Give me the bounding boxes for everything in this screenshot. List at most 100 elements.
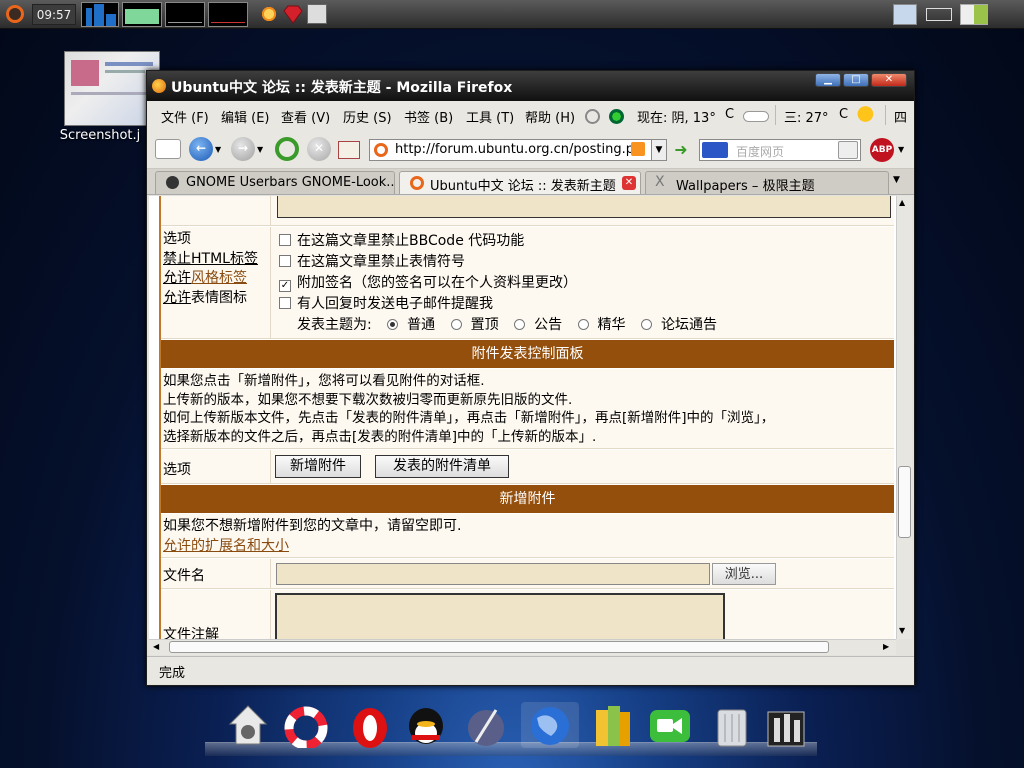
allow2-link[interactable]: 允许 xyxy=(163,290,191,306)
style-tags-link[interactable]: 风格标签 xyxy=(191,270,247,286)
radio-announce[interactable] xyxy=(514,319,526,330)
menu-edit[interactable]: 编辑 (E) xyxy=(221,107,270,126)
url-dropdown-icon[interactable]: ▼ xyxy=(651,139,667,161)
scroll-right-arrow[interactable]: ▶ xyxy=(883,642,889,651)
monitor-icon[interactable] xyxy=(307,4,327,24)
adblock-icon[interactable]: ABP xyxy=(870,138,894,162)
horizontal-scrollbar[interactable]: ◀ ▶ xyxy=(149,639,896,655)
back-button-icon[interactable]: ← xyxy=(189,137,213,161)
feather-editor-icon[interactable] xyxy=(464,702,508,748)
qq-penguin-icon[interactable] xyxy=(404,702,448,748)
minimize-button[interactable]: ▁ xyxy=(815,73,841,87)
option-disable-bbcode[interactable]: 在这篇文章里禁止BBCode 代码功能 xyxy=(279,231,894,252)
h-scroll-thumb[interactable] xyxy=(169,641,829,653)
status-bar: 完成 xyxy=(147,656,914,684)
menu-history[interactable]: 历史 (S) xyxy=(343,107,392,126)
radio-global-announce[interactable] xyxy=(640,319,652,330)
scroll-up-arrow[interactable]: ▲ xyxy=(899,198,905,207)
rss-icon[interactable] xyxy=(631,142,645,156)
post-type-group: 发表主题为: 普通 置顶 公告 精华 论坛通告 xyxy=(297,317,717,333)
checkbox[interactable] xyxy=(279,297,291,309)
menu-help[interactable]: 帮助 (H) xyxy=(525,107,575,126)
tab-list-dropdown[interactable]: ▼ xyxy=(893,175,900,185)
facetime-video-icon[interactable] xyxy=(648,702,692,748)
url-bar[interactable]: http://forum.ubuntu.org.cn/posting.pl xyxy=(369,139,665,161)
add-attachment-button[interactable]: 新增附件 xyxy=(275,455,361,478)
baidu-search-engine-icon[interactable] xyxy=(702,142,728,158)
cpu-graph[interactable] xyxy=(81,2,119,27)
window-switcher-button[interactable] xyxy=(926,8,952,21)
forward-history-dropdown[interactable]: ▼ xyxy=(257,145,263,154)
ruby-icon[interactable] xyxy=(283,4,303,24)
vertical-scrollbar[interactable]: ▲ ▼ xyxy=(896,196,912,639)
sun-icon[interactable] xyxy=(259,4,279,24)
window-title: Ubuntu中文 论坛 :: 发表新主题 - Mozilla Firefox xyxy=(171,80,513,96)
message-textarea[interactable] xyxy=(277,196,891,218)
option-disable-smilies[interactable]: 在这篇文章里禁止表情符号 xyxy=(279,252,894,273)
window-titlebar[interactable]: Ubuntu中文 论坛 :: 发表新主题 - Mozilla Firefox ▁… xyxy=(147,71,914,101)
post-type-label: 发表主题为: xyxy=(297,317,372,333)
tab-wallpapers[interactable]: Ⅹ Wallpapers – 极限主题 xyxy=(645,171,889,194)
menu-tools[interactable]: 工具 (T) xyxy=(466,107,514,126)
disable-html-link[interactable]: 禁止HTML标签 xyxy=(163,251,258,267)
memory-graph[interactable] xyxy=(122,2,162,27)
weather-wed[interactable]: 三: 27° xyxy=(784,107,829,126)
home-icon[interactable] xyxy=(338,141,360,159)
scroll-left-arrow[interactable]: ◀ xyxy=(153,642,159,651)
filename-input[interactable] xyxy=(276,563,710,585)
close-button[interactable]: ✕ xyxy=(871,73,907,87)
radio-sticky[interactable] xyxy=(450,319,462,330)
checkbox-checked[interactable]: ✓ xyxy=(279,280,291,292)
go-icon[interactable]: ➜ xyxy=(671,140,691,160)
status-circle-icon[interactable] xyxy=(585,109,600,124)
weather-now[interactable]: 现在: 阴, 13° xyxy=(637,107,716,126)
network-graph[interactable] xyxy=(165,2,205,27)
reload-icon[interactable] xyxy=(275,137,299,161)
menu-bookmarks[interactable]: 书签 (B) xyxy=(404,107,453,126)
scroll-thumb[interactable] xyxy=(898,466,911,538)
panel-clock[interactable]: 09:57 xyxy=(32,4,76,25)
online-indicator-icon[interactable] xyxy=(609,109,624,124)
lifebuoy-help-icon[interactable] xyxy=(282,702,328,750)
search-input[interactable]: 百度网页 xyxy=(699,139,861,161)
load-graph[interactable] xyxy=(208,2,248,27)
maximize-button[interactable]: □ xyxy=(843,73,869,87)
radio-featured[interactable] xyxy=(577,319,589,330)
stop-icon[interactable]: ✕ xyxy=(307,137,331,161)
trash-panel-icon[interactable] xyxy=(960,4,988,25)
stack-icon[interactable] xyxy=(764,702,808,748)
file-comment-textarea[interactable] xyxy=(275,593,725,639)
option-notify-reply[interactable]: 有人回复时发送电子邮件提醒我 xyxy=(279,294,894,315)
radio-normal[interactable] xyxy=(387,319,399,330)
globe-browser-icon[interactable] xyxy=(521,702,579,748)
opera-icon[interactable] xyxy=(348,702,392,748)
scroll-down-arrow[interactable]: ▼ xyxy=(899,626,905,635)
tab-gnome-userbars[interactable]: GNOME Userbars GNOME-Look... xyxy=(155,171,395,194)
desktop-icon-label[interactable]: Screenshot.j xyxy=(40,128,160,143)
option-attach-signature[interactable]: ✓ 附加签名（您的签名可以在个人资料里更改） xyxy=(279,273,894,294)
allowed-extensions-link[interactable]: 允许的扩展名和大小 xyxy=(163,538,289,554)
menu-file[interactable]: 文件 (F) xyxy=(161,107,209,126)
search-icon[interactable] xyxy=(838,141,858,159)
trash-icon[interactable] xyxy=(710,702,754,748)
top-panel: 09:57 xyxy=(0,0,1024,29)
allow-link[interactable]: 允许 xyxy=(163,270,191,286)
new-tab-icon[interactable] xyxy=(155,139,181,159)
weather-next[interactable]: 四 xyxy=(894,107,907,126)
back-history-dropdown[interactable]: ▼ xyxy=(215,145,221,154)
tab-ubuntu-forum[interactable]: Ubuntu中文 论坛 :: 发表新主题 ✕ xyxy=(399,171,641,194)
checkbox[interactable] xyxy=(279,234,291,246)
forward-button-icon[interactable]: → xyxy=(231,137,255,161)
ubuntu-menu-icon[interactable] xyxy=(6,5,24,23)
home-folder-icon[interactable] xyxy=(226,702,270,748)
checkbox[interactable] xyxy=(279,255,291,267)
menu-view[interactable]: 查看 (V) xyxy=(281,107,330,126)
divider xyxy=(775,105,776,125)
adblock-dropdown[interactable]: ▼ xyxy=(898,145,904,154)
options-label-2: 选项 xyxy=(161,450,271,483)
archive-books-icon[interactable] xyxy=(592,702,636,748)
tab-close-icon[interactable]: ✕ xyxy=(622,176,636,190)
browse-button[interactable]: 浏览... xyxy=(712,563,776,585)
show-desktop-icon[interactable] xyxy=(893,4,917,25)
posted-attachments-button[interactable]: 发表的附件清单 xyxy=(375,455,509,478)
